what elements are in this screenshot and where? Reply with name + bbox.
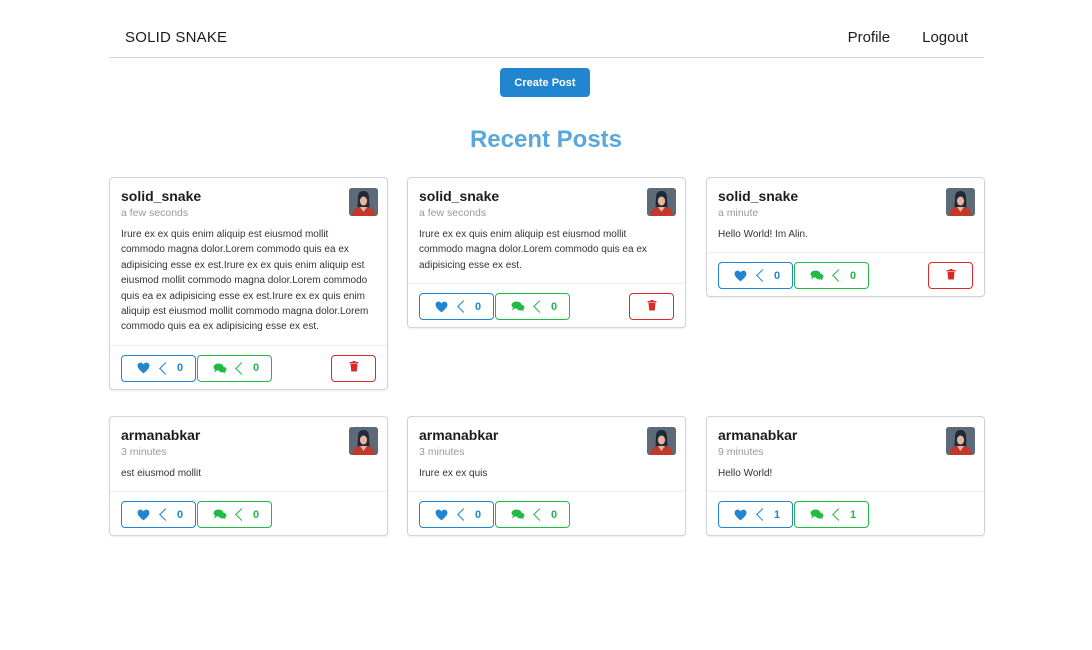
like-button[interactable]: 0 bbox=[419, 293, 494, 321]
post-card: armanabkar 3 minutes Irure ex ex quis 0 … bbox=[407, 416, 686, 537]
post-time[interactable]: a few seconds bbox=[419, 206, 674, 220]
delete-post-button[interactable] bbox=[331, 354, 376, 382]
avatar[interactable] bbox=[946, 427, 975, 455]
post-time[interactable]: a minute bbox=[718, 206, 973, 220]
like-button[interactable]: 1 bbox=[718, 501, 793, 529]
avatar[interactable] bbox=[349, 188, 378, 216]
post-author[interactable]: armanabkar bbox=[718, 426, 973, 444]
like-button[interactable]: 0 bbox=[121, 354, 196, 382]
like-count: 0 bbox=[762, 263, 792, 288]
profile-link[interactable]: Profile bbox=[848, 29, 891, 46]
like-count: 0 bbox=[463, 502, 493, 527]
trash-icon bbox=[349, 359, 359, 377]
like-count: 0 bbox=[463, 294, 493, 319]
trash-icon bbox=[647, 298, 657, 316]
comment-button[interactable]: 0 bbox=[495, 501, 570, 529]
like-button[interactable]: 0 bbox=[419, 501, 494, 529]
post-time[interactable]: a few seconds bbox=[121, 206, 376, 220]
comment-button[interactable]: 1 bbox=[794, 501, 869, 529]
like-count: 0 bbox=[165, 502, 195, 527]
brand-link[interactable]: SOLID SNAKE bbox=[125, 29, 227, 46]
delete-post-button[interactable] bbox=[629, 293, 674, 321]
post-body: Hello World! bbox=[718, 468, 773, 479]
logout-link[interactable]: Logout bbox=[922, 29, 968, 46]
comment-count: 0 bbox=[241, 356, 271, 381]
create-post-button[interactable]: Create Post bbox=[500, 68, 590, 97]
comment-button[interactable]: 0 bbox=[197, 501, 272, 529]
post-author[interactable]: solid_snake bbox=[718, 187, 973, 205]
post-card: armanabkar 3 minutes est eiusmod mollit … bbox=[109, 416, 388, 537]
post-body: Irure ex ex quis enim aliquip est eiusmo… bbox=[121, 229, 369, 333]
post-author[interactable]: armanabkar bbox=[121, 426, 376, 444]
like-count: 1 bbox=[762, 502, 792, 527]
nav-right-menu: Profile Logout bbox=[848, 29, 968, 46]
comment-count: 0 bbox=[241, 502, 271, 527]
post-card: solid_snake a minute Hello World! Im Ali… bbox=[706, 177, 985, 298]
comment-count: 0 bbox=[838, 263, 868, 288]
post-body: est eiusmod mollit bbox=[121, 468, 202, 479]
trash-icon bbox=[946, 267, 956, 285]
comment-button[interactable]: 0 bbox=[794, 262, 869, 290]
avatar[interactable] bbox=[647, 188, 676, 216]
post-body: Hello World! Im Alin. bbox=[718, 229, 808, 240]
like-button[interactable]: 0 bbox=[718, 262, 793, 290]
like-count: 0 bbox=[165, 356, 195, 381]
comment-button[interactable]: 0 bbox=[495, 293, 570, 321]
post-body: Irure ex ex quis enim aliquip est eiusmo… bbox=[419, 229, 647, 271]
page-title: Recent Posts bbox=[469, 126, 623, 153]
post-body: Irure ex ex quis bbox=[419, 468, 488, 479]
post-author[interactable]: solid_snake bbox=[121, 187, 376, 205]
like-button[interactable]: 0 bbox=[121, 501, 196, 529]
post-time[interactable]: 9 minutes bbox=[718, 445, 973, 459]
post-card: solid_snake a few seconds Irure ex ex qu… bbox=[407, 177, 686, 329]
post-time[interactable]: 3 minutes bbox=[121, 445, 376, 459]
comment-count: 1 bbox=[838, 502, 868, 527]
comment-button[interactable]: 0 bbox=[197, 354, 272, 382]
top-menu: SOLID SNAKE Profile Logout bbox=[109, 18, 984, 58]
avatar[interactable] bbox=[349, 427, 378, 455]
comment-count: 0 bbox=[539, 294, 569, 319]
delete-post-button[interactable] bbox=[928, 262, 973, 290]
post-author[interactable]: solid_snake bbox=[419, 187, 674, 205]
post-author[interactable]: armanabkar bbox=[419, 426, 674, 444]
post-card: solid_snake a few seconds Irure ex ex qu… bbox=[109, 177, 388, 390]
post-time[interactable]: 3 minutes bbox=[419, 445, 674, 459]
comment-count: 0 bbox=[539, 502, 569, 527]
avatar[interactable] bbox=[946, 188, 975, 216]
post-card: armanabkar 9 minutes Hello World! 1 1 bbox=[706, 416, 985, 537]
avatar[interactable] bbox=[647, 427, 676, 455]
